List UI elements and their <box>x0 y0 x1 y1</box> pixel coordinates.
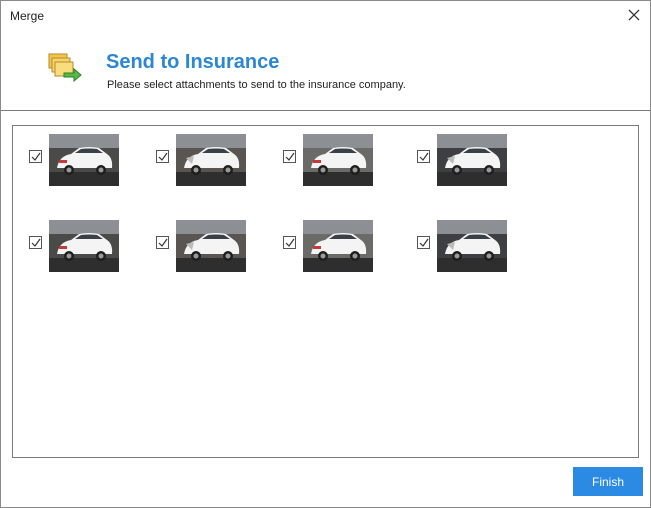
car-photo-front-damaged[interactable] <box>303 220 373 272</box>
window-title: Merge <box>10 9 45 23</box>
attachment-item[interactable] <box>417 134 527 190</box>
attachment-item[interactable] <box>29 134 139 190</box>
attachment-checkbox[interactable] <box>417 236 430 249</box>
attachment-item[interactable] <box>417 220 527 276</box>
attachment-item[interactable] <box>156 134 266 190</box>
dialog-subtitle: Please select attachments to send to the… <box>107 79 406 91</box>
attachment-checkbox[interactable] <box>29 150 42 163</box>
car-photo-front-damaged[interactable] <box>49 134 119 186</box>
attachment-checkbox[interactable] <box>283 236 296 249</box>
car-photo-front-left-damaged[interactable] <box>176 220 246 272</box>
attachment-checkbox[interactable] <box>156 236 169 249</box>
attachments-panel <box>12 125 639 458</box>
attachment-checkbox[interactable] <box>156 150 169 163</box>
attachment-item[interactable] <box>283 220 393 276</box>
header-divider <box>1 110 650 111</box>
car-photo-front-left-damaged[interactable] <box>176 134 246 186</box>
attachment-item[interactable] <box>29 220 139 276</box>
dialog-title: Send to Insurance <box>106 51 280 73</box>
attachment-checkbox[interactable] <box>417 150 430 163</box>
attachment-checkbox[interactable] <box>283 150 296 163</box>
car-photo-front[interactable] <box>437 220 507 272</box>
attachment-checkbox[interactable] <box>29 236 42 249</box>
attachment-item[interactable] <box>156 220 266 276</box>
finish-button[interactable]: Finish <box>573 467 643 496</box>
car-photo-rear[interactable] <box>437 134 507 186</box>
close-icon[interactable] <box>626 7 642 23</box>
merge-dialog: Merge Send to Insurance Please select at… <box>0 0 651 508</box>
send-folders-icon <box>47 51 83 83</box>
title-bar: Merge <box>1 1 650 31</box>
dialog-header: Send to Insurance Please select attachme… <box>1 31 650 111</box>
attachment-item[interactable] <box>283 134 393 190</box>
car-photo-rear-left[interactable] <box>49 220 119 272</box>
car-photo-rear-angle[interactable] <box>303 134 373 186</box>
